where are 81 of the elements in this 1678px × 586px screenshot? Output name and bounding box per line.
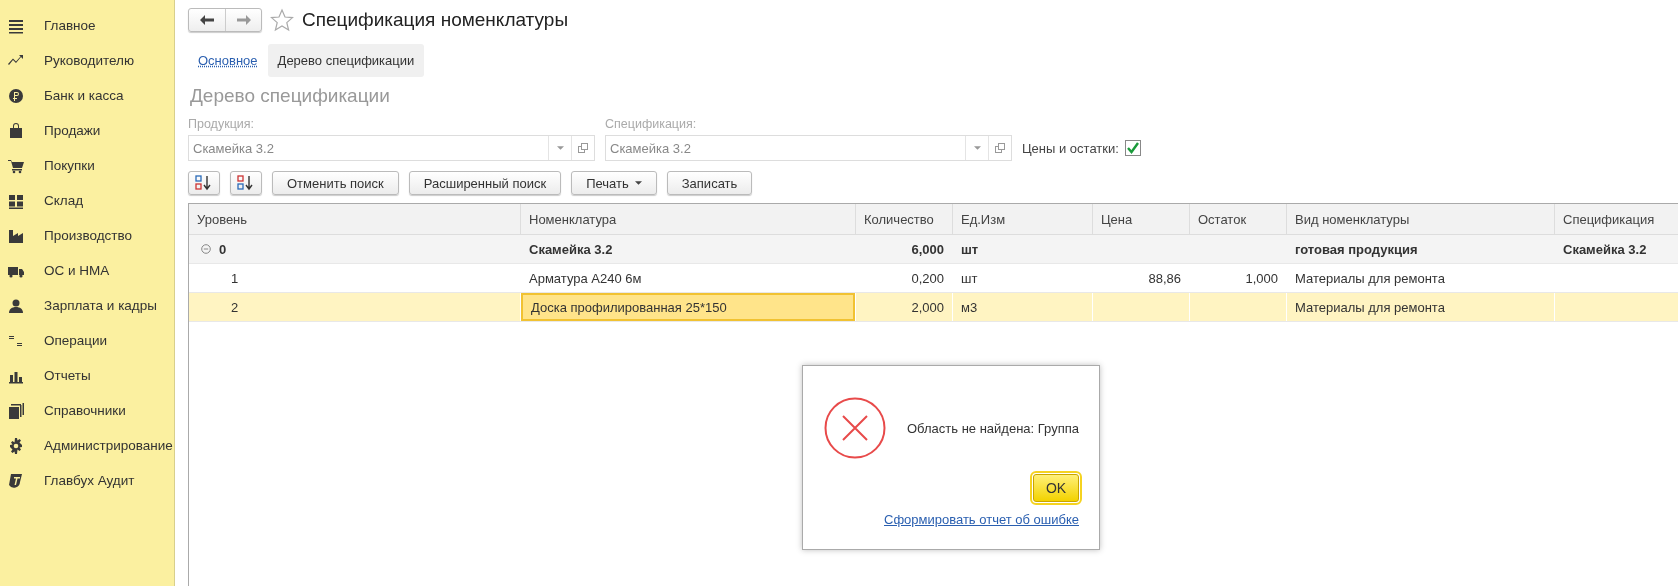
sidebar-item[interactable]: Зарплата и кадры: [0, 288, 174, 323]
collapse-icon[interactable]: [201, 244, 211, 254]
toolbar-button[interactable]: Отменить поиск: [272, 171, 399, 195]
caret-icon: [634, 181, 642, 185]
open-icon[interactable]: [578, 143, 588, 153]
checkbox[interactable]: [1124, 140, 1141, 156]
column-header[interactable]: Количество: [856, 204, 953, 234]
table-row[interactable]: 2 Доска профилированная 25*150 2,000 м3 Материалы для ремонта: [189, 293, 1678, 322]
table-cell: Материалы для ремонта: [1295, 299, 1445, 315]
table-cell: шт: [961, 241, 979, 257]
toolbar-button[interactable]: Печать: [571, 171, 657, 195]
table-row[interactable]: 0 Скамейка 3.2 6,000 шт готовая продукция Скамейка 3.2: [189, 235, 1678, 264]
select-field[interactable]: Скамейка 3.2: [605, 135, 1012, 161]
dropdown-icon[interactable]: [556, 146, 564, 150]
person-icon: [8, 297, 24, 314]
window-title: Спецификация номенклатуры: [302, 9, 569, 31]
column-header[interactable]: Цена: [1093, 204, 1190, 234]
error-icon: [823, 396, 887, 460]
settings-icon: [8, 437, 24, 454]
shopping-bag-icon: [8, 122, 24, 139]
right-arrow-icon: [235, 14, 252, 26]
section-title: Дерево спецификации: [190, 85, 391, 108]
table-cell: 0: [219, 241, 227, 257]
sidebar-item[interactable]: Справочники: [0, 393, 174, 428]
column-header[interactable]: Спецификация: [1555, 204, 1678, 234]
list-icon: [8, 17, 24, 34]
table-cell: шт: [961, 270, 978, 286]
table-cell: готовая продукция: [1295, 241, 1418, 257]
column-header[interactable]: Ед.Изм: [953, 204, 1093, 234]
sidebar-item[interactable]: Операции: [0, 323, 174, 358]
table-cell: 2,000: [911, 299, 944, 315]
cart-icon: [8, 157, 24, 174]
table-cell: м3: [961, 299, 978, 315]
ok-button[interactable]: OK: [1033, 474, 1079, 502]
column-header[interactable]: Номенклатура: [521, 204, 856, 234]
table-cell: Скамейка 3.2: [1563, 241, 1647, 257]
sidebar-item[interactable]: Склад: [0, 183, 174, 218]
table-cell: Доска профилированная 25*150: [521, 293, 855, 321]
table-cell: 6,000: [911, 241, 944, 257]
toolbar-button[interactable]: Расширенный поиск: [408, 171, 562, 195]
field-label: Продукция:: [188, 117, 255, 131]
star-icon[interactable]: [270, 8, 294, 32]
column-header[interactable]: Уровень: [189, 204, 521, 234]
toolbar-button[interactable]: Записать: [666, 171, 753, 195]
sidebar-item[interactable]: Главбух Аудит: [0, 463, 174, 498]
column-header[interactable]: Остаток: [1190, 204, 1287, 234]
ruble-coin-icon: [8, 87, 24, 104]
table-cell: 88,86: [1148, 270, 1181, 286]
sidebar-item[interactable]: Покупки: [0, 148, 174, 183]
table-cell-text: Арматура А240 6м: [528, 270, 642, 286]
sidebar-item[interactable]: Администрирование: [0, 428, 174, 463]
audit-logo-icon: [8, 472, 24, 489]
table-cell: 0,200: [911, 270, 944, 286]
sidebar-item[interactable]: Главное: [0, 8, 174, 43]
warehouse-icon: [8, 192, 24, 209]
left-arrow-icon: [199, 14, 215, 26]
checkbox-label: Цены и остатки:: [1022, 140, 1119, 158]
table-cell-text: Скамейка 3.2: [528, 241, 613, 257]
table-cell: 1,000: [1245, 270, 1278, 286]
field-label: Спецификация:: [605, 117, 698, 131]
factory-icon: [8, 227, 24, 244]
sidebar-item[interactable]: Банк и касса: [0, 78, 174, 113]
table-cell: Материалы для ремонта: [1295, 270, 1445, 286]
books-icon: [8, 402, 24, 419]
tab[interactable]: Основное: [188, 43, 268, 77]
sort-descending-button[interactable]: [230, 171, 262, 195]
sort-ascending-button[interactable]: [188, 171, 220, 195]
column-header[interactable]: Вид номенклатуры: [1287, 204, 1555, 234]
table-cell: 1: [231, 270, 239, 286]
open-icon[interactable]: [995, 143, 1005, 153]
error-message: Область не найдена: Группа: [907, 420, 1079, 436]
table-cell: 2: [231, 299, 239, 315]
tab[interactable]: Дерево спецификации: [267, 43, 425, 77]
sidebar-item[interactable]: Производство: [0, 218, 174, 253]
sidebar-item[interactable]: ОС и НМА: [0, 253, 174, 288]
select-field[interactable]: Скамейка 3.2: [188, 135, 595, 161]
dropdown-icon[interactable]: [973, 146, 981, 150]
sidebar-item[interactable]: Отчеты: [0, 358, 174, 393]
sidebar-item[interactable]: Руководителю: [0, 43, 174, 78]
sidebar-item[interactable]: Продажи: [0, 113, 174, 148]
error-report-link[interactable]: Сформировать отчет об ошибке: [884, 512, 1079, 527]
